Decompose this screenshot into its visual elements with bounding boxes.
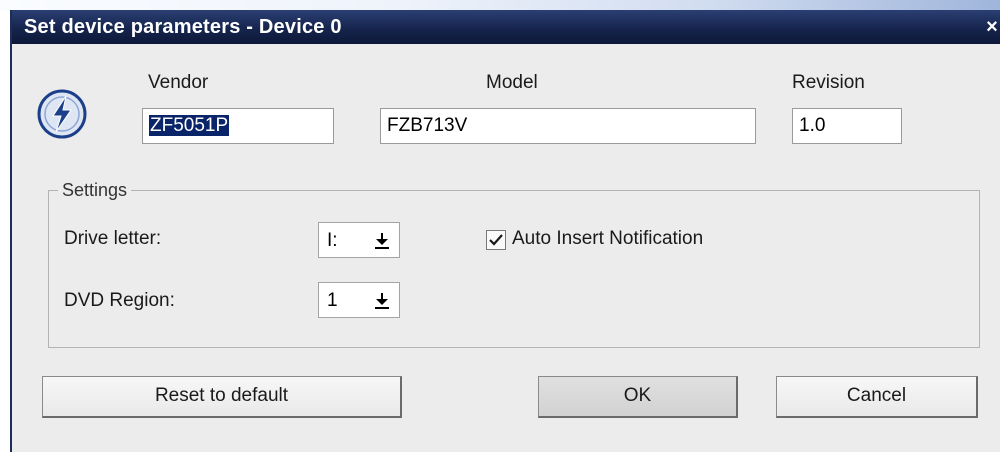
drive-letter-label: Drive letter: [64, 228, 162, 249]
vendor-label: Vendor [148, 72, 209, 93]
checkmark-icon [489, 234, 503, 246]
dropdown-arrow-icon[interactable] [373, 289, 391, 311]
revision-input-value: 1.0 [799, 115, 826, 136]
auto-insert-label: Auto Insert Notification [512, 228, 704, 249]
close-button[interactable]: × [980, 16, 1000, 38]
settings-group-label: Settings [58, 180, 132, 201]
dvd-region-select[interactable]: 1 [318, 282, 400, 318]
model-label: Model [486, 72, 538, 93]
dvd-region-value: 1 [327, 290, 338, 311]
settings-group [48, 190, 980, 348]
revision-label: Revision [792, 72, 865, 93]
reset-to-default-button[interactable]: Reset to default [42, 376, 402, 418]
window-title: Set device parameters - Device 0 [24, 16, 342, 38]
auto-insert-checkbox[interactable] [486, 230, 506, 250]
vendor-input-value: ZF5051P [149, 115, 230, 136]
vendor-input[interactable]: ZF5051P [142, 108, 334, 144]
dialog-window: Set device parameters - Device 0 × Vendo… [10, 10, 1000, 452]
model-input-value: FZB713V [387, 115, 468, 136]
drive-letter-value: I: [327, 230, 338, 251]
dvd-region-label: DVD Region: [64, 290, 175, 311]
desktop-strip [0, 0, 1000, 10]
dropdown-arrow-icon[interactable] [373, 229, 391, 251]
revision-input[interactable]: 1.0 [792, 108, 902, 144]
drive-letter-select[interactable]: I: [318, 222, 400, 258]
lightning-disc-icon [36, 88, 88, 145]
title-bar[interactable]: Set device parameters - Device 0 × [12, 10, 1000, 44]
ok-button[interactable]: OK [538, 376, 738, 418]
model-input[interactable]: FZB713V [380, 108, 756, 144]
cancel-button[interactable]: Cancel [776, 376, 978, 418]
